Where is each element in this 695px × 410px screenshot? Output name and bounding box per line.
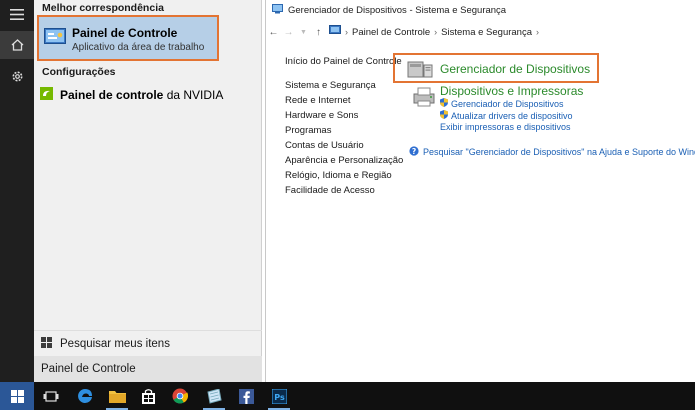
update-drivers-link[interactable]: Atualizar drivers de dispositivo xyxy=(440,110,573,121)
nav-link-relogio[interactable]: Relógio, Idioma e Região xyxy=(285,168,405,183)
best-match-item[interactable]: Painel de Controle Aplicativo da área de… xyxy=(37,15,219,61)
help-search-label: Pesquisar "Gerenciador de Dispositivos" … xyxy=(423,147,695,157)
device-manager-link-label: Gerenciador de Dispositivos xyxy=(451,98,564,109)
best-match-title: Painel de Controle xyxy=(72,26,178,40)
best-match-header: Melhor correspondência xyxy=(42,2,164,14)
device-manager-icon xyxy=(407,59,433,82)
svg-text:?: ? xyxy=(412,147,416,156)
left-navigation: Início do Painel de Controle Sistema e S… xyxy=(285,54,405,198)
control-panel-window: Gerenciador de Dispositivos - Sistema e … xyxy=(265,0,695,382)
photoshop-icon[interactable]: Ps xyxy=(264,382,294,410)
window-title: Gerenciador de Dispositivos - Sistema e … xyxy=(288,4,507,16)
settings-icon[interactable] xyxy=(0,62,34,90)
nav-link-aparencia[interactable]: Aparência e Personalização xyxy=(285,153,405,168)
help-search-link[interactable]: ? Pesquisar "Gerenciador de Dispositivos… xyxy=(409,146,695,158)
search-input[interactable]: Painel de Controle xyxy=(34,356,262,382)
nvidia-icon xyxy=(40,87,53,103)
nav-link-sistema[interactable]: Sistema e Segurança xyxy=(285,78,405,93)
nvidia-label-bold: Painel de controle xyxy=(60,88,164,102)
nvidia-control-panel-item[interactable]: Painel de controle da NVIDIA xyxy=(40,87,223,103)
shield-icon xyxy=(440,110,448,121)
facebook-icon[interactable] xyxy=(231,382,261,410)
home-icon[interactable] xyxy=(0,31,34,59)
edge-icon[interactable] xyxy=(70,382,100,410)
breadcrumb-item-painel[interactable]: Painel de Controle xyxy=(352,27,430,38)
nav-home-link[interactable]: Início do Painel de Controle xyxy=(285,54,405,69)
windows-start-icon[interactable] xyxy=(0,382,34,410)
file-explorer-icon[interactable] xyxy=(102,382,132,410)
breadcrumb-separator: › xyxy=(536,27,540,37)
view-printers-link[interactable]: Exibir impressoras e dispositivos xyxy=(440,122,571,132)
windows-logo-icon xyxy=(41,336,52,351)
shield-icon xyxy=(440,98,448,109)
nav-link-facilidade[interactable]: Facilidade de Acesso xyxy=(285,183,405,198)
search-query-text: Painel de Controle xyxy=(41,363,136,375)
store-icon[interactable] xyxy=(133,382,163,410)
up-arrow-icon[interactable]: ↑ xyxy=(311,27,326,38)
breadcrumb-separator: › xyxy=(345,27,348,37)
settings-header: Configurações xyxy=(42,66,116,78)
device-manager-result[interactable]: Gerenciador de Dispositivos xyxy=(393,53,599,83)
printer-icon xyxy=(412,86,436,111)
taskbar: Ps xyxy=(0,382,695,410)
control-panel-icon xyxy=(44,28,66,49)
location-icon xyxy=(329,25,341,39)
control-panel-small-icon xyxy=(272,3,283,17)
search-my-items-button[interactable]: Pesquisar meus itens xyxy=(34,330,262,356)
breadcrumb-item-sistema[interactable]: Sistema e Segurança xyxy=(441,27,532,38)
back-arrow-icon[interactable]: ← xyxy=(266,27,281,38)
search-results-panel: Melhor correspondência Painel de Control… xyxy=(34,0,262,382)
nav-link-programas[interactable]: Programas xyxy=(285,123,405,138)
forward-arrow-icon[interactable]: → xyxy=(281,27,296,38)
task-view-icon[interactable] xyxy=(36,382,66,410)
nav-link-contas[interactable]: Contas de Usuário xyxy=(285,138,405,153)
nav-link-rede[interactable]: Rede e Internet xyxy=(285,93,405,108)
device-manager-title: Gerenciador de Dispositivos xyxy=(440,62,591,76)
address-bar: ← → ▼ ↑ › Painel de Controle › Sistema e… xyxy=(266,22,695,42)
notepad-icon[interactable] xyxy=(199,382,229,410)
search-my-items-label: Pesquisar meus itens xyxy=(60,337,170,350)
breadcrumb: › Painel de Controle › Sistema e Seguran… xyxy=(345,27,539,38)
nvidia-label-rest: da NVIDIA xyxy=(166,88,224,102)
devices-printers-title[interactable]: Dispositivos e Impressoras xyxy=(440,84,583,98)
chrome-icon[interactable] xyxy=(165,382,195,410)
view-printers-link-label: Exibir impressoras e dispositivos xyxy=(440,122,571,132)
device-manager-link[interactable]: Gerenciador de Dispositivos xyxy=(440,98,564,109)
best-match-subtitle: Aplicativo da área de trabalho xyxy=(72,42,205,53)
recent-dropdown-icon[interactable]: ▼ xyxy=(296,29,311,36)
update-drivers-link-label: Atualizar drivers de dispositivo xyxy=(451,110,573,121)
window-titlebar: Gerenciador de Dispositivos - Sistema e … xyxy=(266,0,695,20)
svg-text:Ps: Ps xyxy=(274,393,285,402)
help-icon: ? xyxy=(409,146,419,158)
nav-link-hardware[interactable]: Hardware e Sons xyxy=(285,108,405,123)
hamburger-icon[interactable] xyxy=(0,0,34,28)
breadcrumb-separator: › xyxy=(434,27,438,37)
start-menu-rail xyxy=(0,0,34,382)
